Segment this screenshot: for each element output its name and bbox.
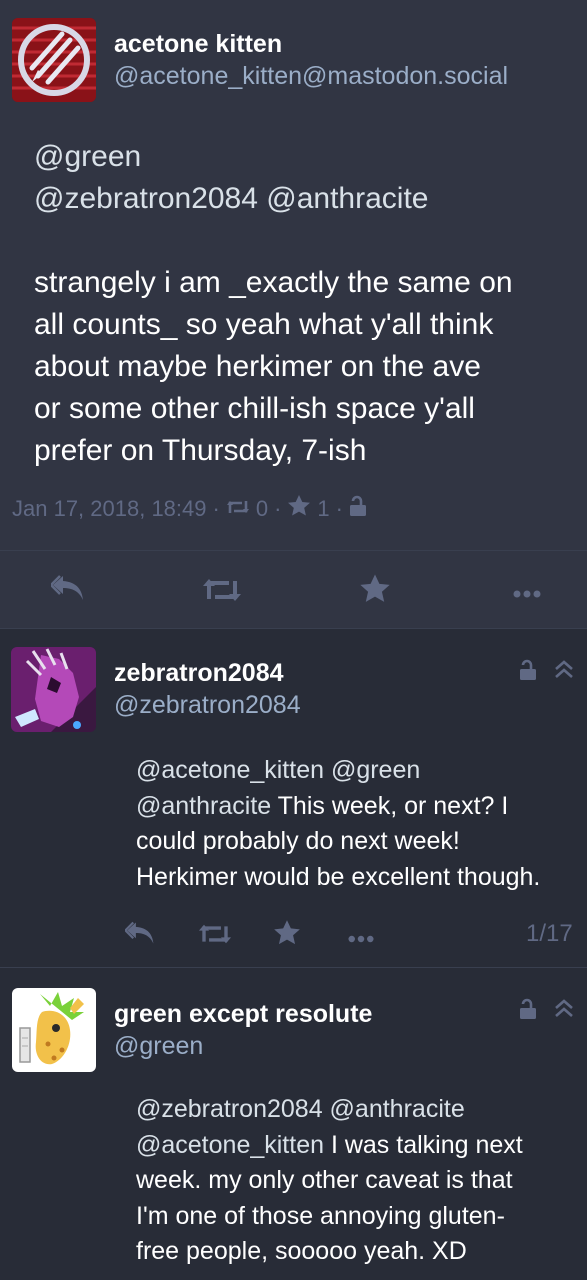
avatar-image: [12, 18, 96, 102]
separator: ·: [274, 495, 282, 521]
boost-count[interactable]: 0: [256, 496, 268, 522]
chevrons-up-icon: [555, 999, 573, 1017]
retweet-icon: [203, 579, 241, 601]
avatar-zebratron2084[interactable]: [11, 647, 96, 732]
star-icon: [287, 494, 311, 523]
favourite-button[interactable]: [359, 573, 391, 609]
retweet-icon: [226, 496, 250, 522]
reply-status[interactable]: zebratron2084 @zebratron2084 @acetone_ki…: [0, 629, 587, 967]
avatar-image: [11, 647, 96, 732]
separator: ·: [212, 495, 220, 521]
divider: [0, 550, 587, 551]
status-meta: Jan 17, 2018, 18:49 · 0 · 1 ·: [12, 494, 367, 523]
content-line: @anthracite This week, or next? I: [136, 789, 581, 825]
avatar-green[interactable]: [12, 988, 96, 1072]
mention[interactable]: @zebratron2084 @anthracite: [34, 182, 428, 215]
content-text: This week, or next? I: [271, 791, 509, 820]
author-display-name[interactable]: zebratron2084: [114, 659, 284, 688]
focused-status: acetone kitten @acetone_kitten@mastodon.…: [0, 0, 587, 628]
author-display-name[interactable]: acetone kitten: [114, 30, 282, 59]
body-line: about maybe herkimer on the ave: [34, 350, 481, 383]
mention[interactable]: @zebratron2084 @anthracite: [136, 1095, 465, 1123]
status-content: @acetone_kitten @green @anthracite This …: [136, 753, 581, 895]
star-icon: [274, 920, 300, 945]
content-line: @zebratron2084 @anthracite: [136, 1092, 581, 1128]
favourite-button[interactable]: [273, 919, 301, 951]
reply-all-button[interactable]: [123, 919, 159, 952]
body-line: or some other chill-ish space y'all: [34, 392, 475, 425]
avatar-acetone-kitten[interactable]: [12, 18, 96, 102]
author-handle[interactable]: @acetone_kitten@mastodon.social: [114, 62, 508, 91]
status-content: @zebratron2084 @anthracite @acetone_kitt…: [136, 1092, 581, 1270]
reply-status[interactable]: green except resolute @green @zebratron2…: [0, 968, 587, 1280]
mention-line[interactable]: @green: [34, 136, 579, 178]
collapse-button[interactable]: [553, 998, 575, 1023]
timestamp[interactable]: Jan 17, 2018, 18:49: [12, 496, 207, 522]
boost-button[interactable]: [202, 577, 242, 608]
reply-all-icon: [123, 921, 154, 944]
author-display-name[interactable]: green except resolute: [114, 1000, 372, 1029]
star-icon: [360, 574, 390, 602]
ellipsis-icon: [513, 590, 541, 598]
ellipsis-icon: [348, 935, 374, 943]
collapse-button[interactable]: [553, 659, 575, 684]
unlock-icon: [519, 998, 537, 1025]
content-text: I was talking next: [324, 1130, 523, 1159]
thread-counter: 1/17: [526, 920, 573, 947]
unlock-icon: [349, 495, 367, 523]
content-line: week. my only other caveat is that: [136, 1166, 513, 1194]
body-line: prefer on Thursday, 7-ish: [34, 434, 367, 467]
boost-button[interactable]: [198, 923, 232, 950]
retweet-icon: [198, 924, 232, 944]
content-line: free people, sooooo yeah. XD: [136, 1237, 467, 1265]
mention[interactable]: @anthracite: [136, 792, 271, 820]
avatar-image: [12, 988, 96, 1072]
author-handle[interactable]: @green: [114, 1032, 203, 1061]
content-line: I'm one of those annoying gluten-: [136, 1201, 505, 1230]
more-button[interactable]: [513, 585, 541, 603]
content-line: @acetone_kitten @green: [136, 753, 581, 789]
separator: ·: [335, 495, 343, 521]
more-button[interactable]: [348, 930, 374, 948]
reply-all-button[interactable]: [49, 572, 89, 609]
body-line: all counts_ so yeah what y'all think: [34, 308, 494, 341]
mention[interactable]: @acetone_kitten: [136, 1131, 324, 1159]
unlock-icon: [519, 659, 537, 686]
author-handle[interactable]: @zebratron2084: [114, 691, 301, 720]
favourite-count[interactable]: 1: [317, 496, 329, 522]
content-line: could probably do next week!: [136, 827, 460, 855]
content-line: Herkimer would be excellent though.: [136, 862, 541, 891]
mention[interactable]: @green: [34, 140, 141, 173]
body-line: strangely i am _exactly the same on: [34, 266, 513, 299]
content-line: @acetone_kitten I was talking next: [136, 1128, 581, 1164]
status-content: @green @zebratron2084 @anthracite strang…: [34, 136, 579, 472]
mention-line[interactable]: @zebratron2084 @anthracite: [34, 178, 579, 220]
mention[interactable]: @acetone_kitten @green: [136, 756, 420, 784]
chevrons-up-icon: [555, 660, 573, 678]
reply-all-icon: [49, 575, 83, 600]
